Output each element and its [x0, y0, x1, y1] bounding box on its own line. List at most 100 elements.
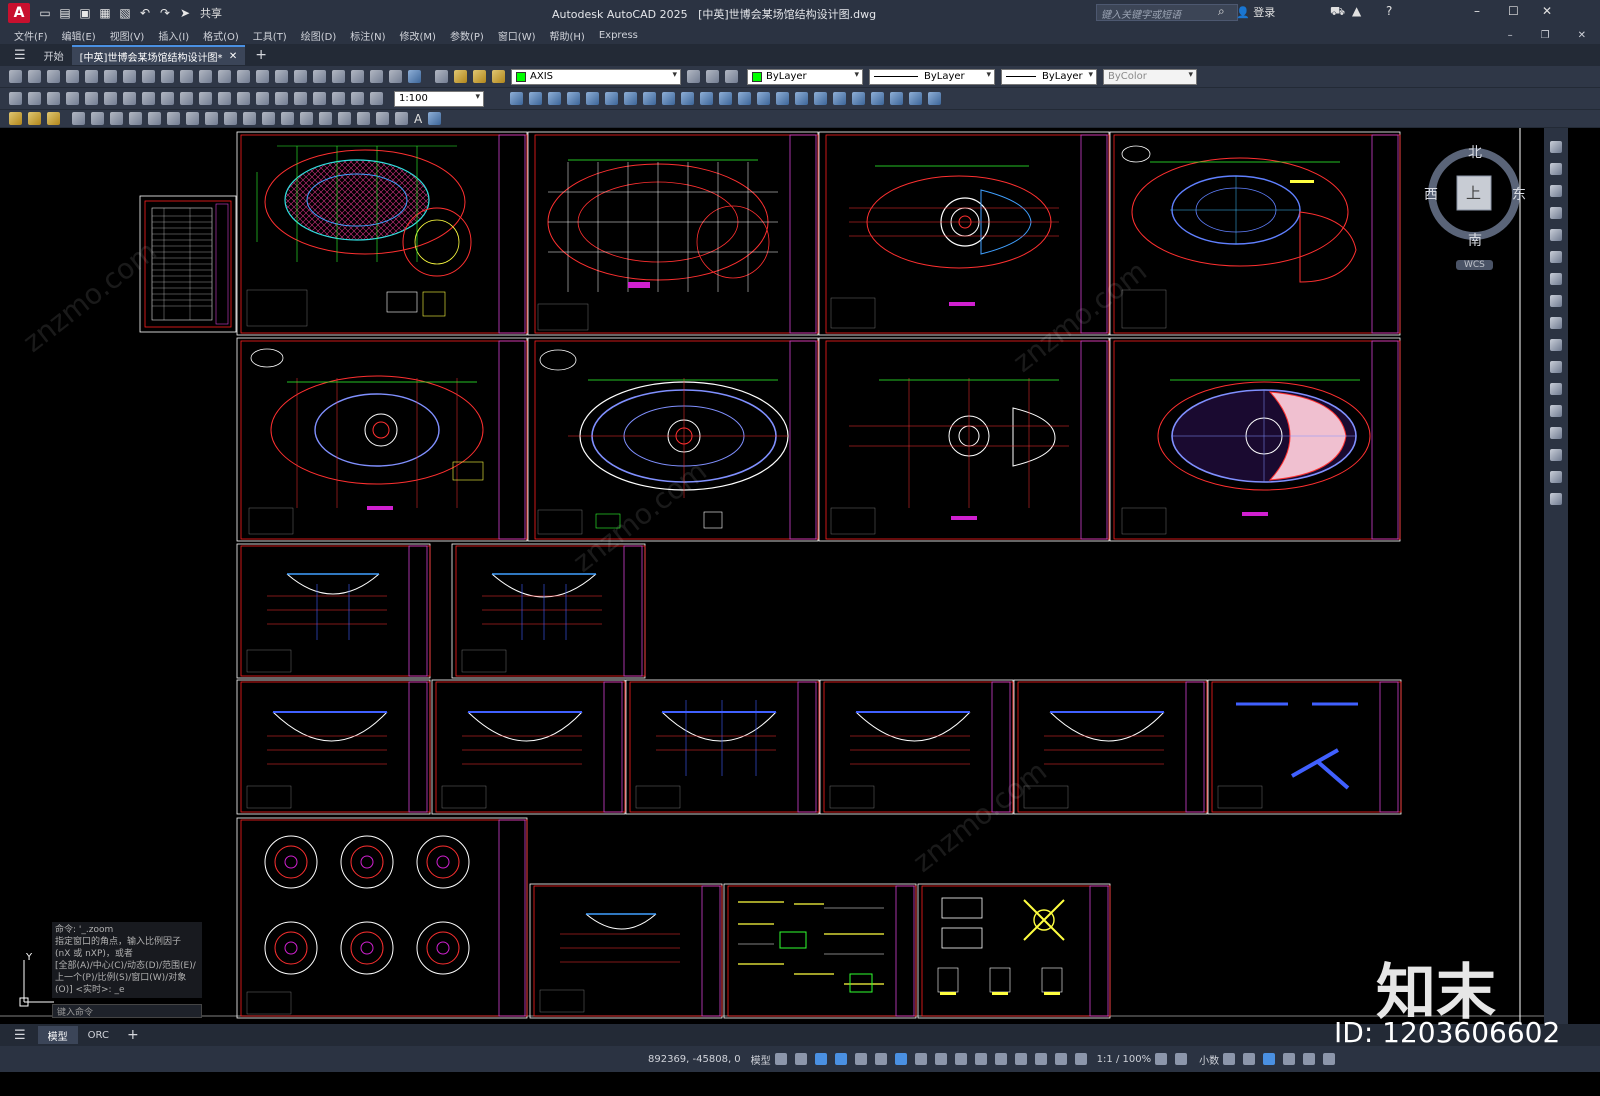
paste-icon[interactable] — [161, 70, 174, 83]
close-icon[interactable]: ✕ — [1542, 4, 1552, 18]
print-icon[interactable] — [66, 70, 79, 83]
layer-on-icon[interactable] — [454, 70, 467, 83]
ucs-world-icon[interactable] — [719, 92, 732, 105]
search-input[interactable]: 键入关键字或短语 — [1096, 4, 1238, 21]
viewcube-north[interactable]: 北 — [1468, 142, 1482, 162]
layout-menu-icon[interactable]: ☰ — [14, 1028, 26, 1043]
layer-previous-icon[interactable] — [706, 70, 719, 83]
chamfer-icon[interactable] — [1550, 427, 1562, 439]
undo-icon[interactable]: ↶ — [138, 6, 152, 20]
match-icon[interactable] — [180, 70, 193, 83]
point-icon[interactable] — [319, 112, 332, 125]
pan-icon[interactable] — [237, 70, 250, 83]
wcs-menu[interactable]: WCS — [1456, 260, 1493, 270]
auto-scale-icon[interactable] — [1074, 1053, 1087, 1065]
design-center-icon[interactable] — [313, 70, 326, 83]
dim-angular-icon[interactable] — [142, 92, 155, 105]
write-block-icon[interactable] — [47, 112, 60, 125]
move-icon[interactable] — [1550, 251, 1562, 263]
dim-linear-icon[interactable] — [9, 92, 22, 105]
login-button[interactable]: 👤 登录 — [1236, 4, 1275, 20]
tab-drawing[interactable]: [中英]世博会某场馆结构设计图* ✕ — [71, 45, 246, 65]
save-icon[interactable]: ▣ — [78, 6, 92, 20]
plot-icon[interactable]: ▧ — [118, 6, 132, 20]
dim-diameter-icon[interactable] — [123, 92, 136, 105]
xline-icon[interactable] — [91, 112, 104, 125]
menu-view[interactable]: 视图(V) — [110, 28, 145, 43]
ucs-z-icon[interactable] — [909, 92, 922, 105]
quick-properties-icon[interactable] — [1223, 1053, 1236, 1065]
calculator-icon[interactable] — [389, 70, 402, 83]
quick-dim-icon[interactable] — [161, 92, 174, 105]
menu-express[interactable]: Express — [599, 30, 638, 41]
ortho-icon[interactable] — [834, 1053, 847, 1065]
plotstyle-dropdown[interactable]: ByColor — [1103, 68, 1197, 85]
selection-filter-icon[interactable] — [1014, 1053, 1027, 1065]
copy-object-icon[interactable] — [1550, 163, 1562, 175]
annotation-scale-dropdown[interactable]: 1:100 — [394, 90, 484, 107]
ucs-3point-icon[interactable] — [852, 92, 865, 105]
dim-break-icon[interactable] — [237, 92, 250, 105]
autodesk-icon[interactable]: ▲ — [1352, 4, 1361, 18]
autocad-logo-icon[interactable]: A — [8, 3, 30, 23]
menu-modify[interactable]: 修改(M) — [400, 28, 436, 43]
help-tool-icon[interactable] — [408, 70, 421, 83]
dim-continue-icon[interactable] — [199, 92, 212, 105]
search-icon[interactable]: ⌕ — [1218, 4, 1225, 19]
dim-update-icon[interactable] — [370, 92, 383, 105]
scale-icon[interactable] — [1550, 295, 1562, 307]
redo-icon[interactable] — [218, 70, 231, 83]
open-icon[interactable] — [28, 70, 41, 83]
model-space-toggle[interactable]: 模型 — [751, 1052, 771, 1067]
region-icon[interactable] — [376, 112, 389, 125]
blend-icon[interactable] — [1550, 471, 1562, 483]
view-bottom-icon[interactable] — [605, 92, 618, 105]
viewcube[interactable]: 北 南 东 西 上 WCS — [1424, 142, 1526, 274]
color-dropdown[interactable]: ByLayer — [747, 68, 863, 85]
offset-icon[interactable] — [1550, 207, 1562, 219]
lineweight-dropdown[interactable]: ByLayer — [1001, 68, 1097, 85]
sheet-set-icon[interactable] — [351, 70, 364, 83]
polyline-icon[interactable] — [110, 112, 123, 125]
dim-space-icon[interactable] — [218, 92, 231, 105]
tab-model[interactable]: 模型 — [37, 1026, 78, 1044]
grid-icon[interactable] — [774, 1053, 787, 1065]
annotation-monitor-icon[interactable] — [1175, 1053, 1188, 1065]
make-current-icon[interactable] — [687, 70, 700, 83]
doc-close-icon[interactable]: ✕ — [1578, 30, 1586, 41]
tab-start[interactable]: 开始 — [36, 45, 72, 65]
mtext-icon[interactable]: A — [414, 112, 422, 126]
ucs-prev-icon[interactable] — [738, 92, 751, 105]
add-selected-icon[interactable] — [428, 112, 442, 125]
doc-restore-icon[interactable]: ❐ — [1541, 30, 1550, 41]
view-nw-iso-icon[interactable] — [681, 92, 694, 105]
ucs-apply-icon[interactable] — [928, 92, 941, 105]
dim-ordinate-icon[interactable] — [66, 92, 79, 105]
lock-ui-icon[interactable] — [1243, 1053, 1256, 1065]
command-input[interactable]: 键入命令 — [52, 1004, 202, 1018]
dim-arc-icon[interactable] — [47, 92, 60, 105]
circle-icon[interactable] — [186, 112, 199, 125]
zoom-icon[interactable] — [256, 70, 269, 83]
layer-lock-icon[interactable] — [492, 70, 505, 83]
units-readout[interactable]: 小数 — [1199, 1052, 1219, 1067]
menu-format[interactable]: 格式(O) — [203, 28, 239, 43]
viewcube-top-face[interactable]: 上 — [1466, 182, 1481, 203]
help-icon[interactable]: ? — [1386, 4, 1392, 18]
ucs-x-icon[interactable] — [871, 92, 884, 105]
spline-icon[interactable] — [224, 112, 237, 125]
rotate-icon[interactable] — [1550, 273, 1562, 285]
undo-icon[interactable] — [199, 70, 212, 83]
hatch-icon[interactable] — [338, 112, 351, 125]
graphics-performance-icon[interactable] — [1283, 1053, 1296, 1065]
dim-edit-icon[interactable] — [332, 92, 345, 105]
view-sw-iso-icon[interactable] — [624, 92, 637, 105]
fillet-icon[interactable] — [1550, 449, 1562, 461]
customization-menu-icon[interactable] — [1323, 1053, 1336, 1065]
zoom-prev-icon[interactable] — [275, 70, 288, 83]
ucs-origin-icon[interactable] — [814, 92, 827, 105]
preview-icon[interactable] — [85, 70, 98, 83]
gizmo-icon[interactable] — [1034, 1053, 1047, 1065]
markup-icon[interactable] — [370, 70, 383, 83]
insert-block-icon[interactable] — [9, 112, 22, 125]
